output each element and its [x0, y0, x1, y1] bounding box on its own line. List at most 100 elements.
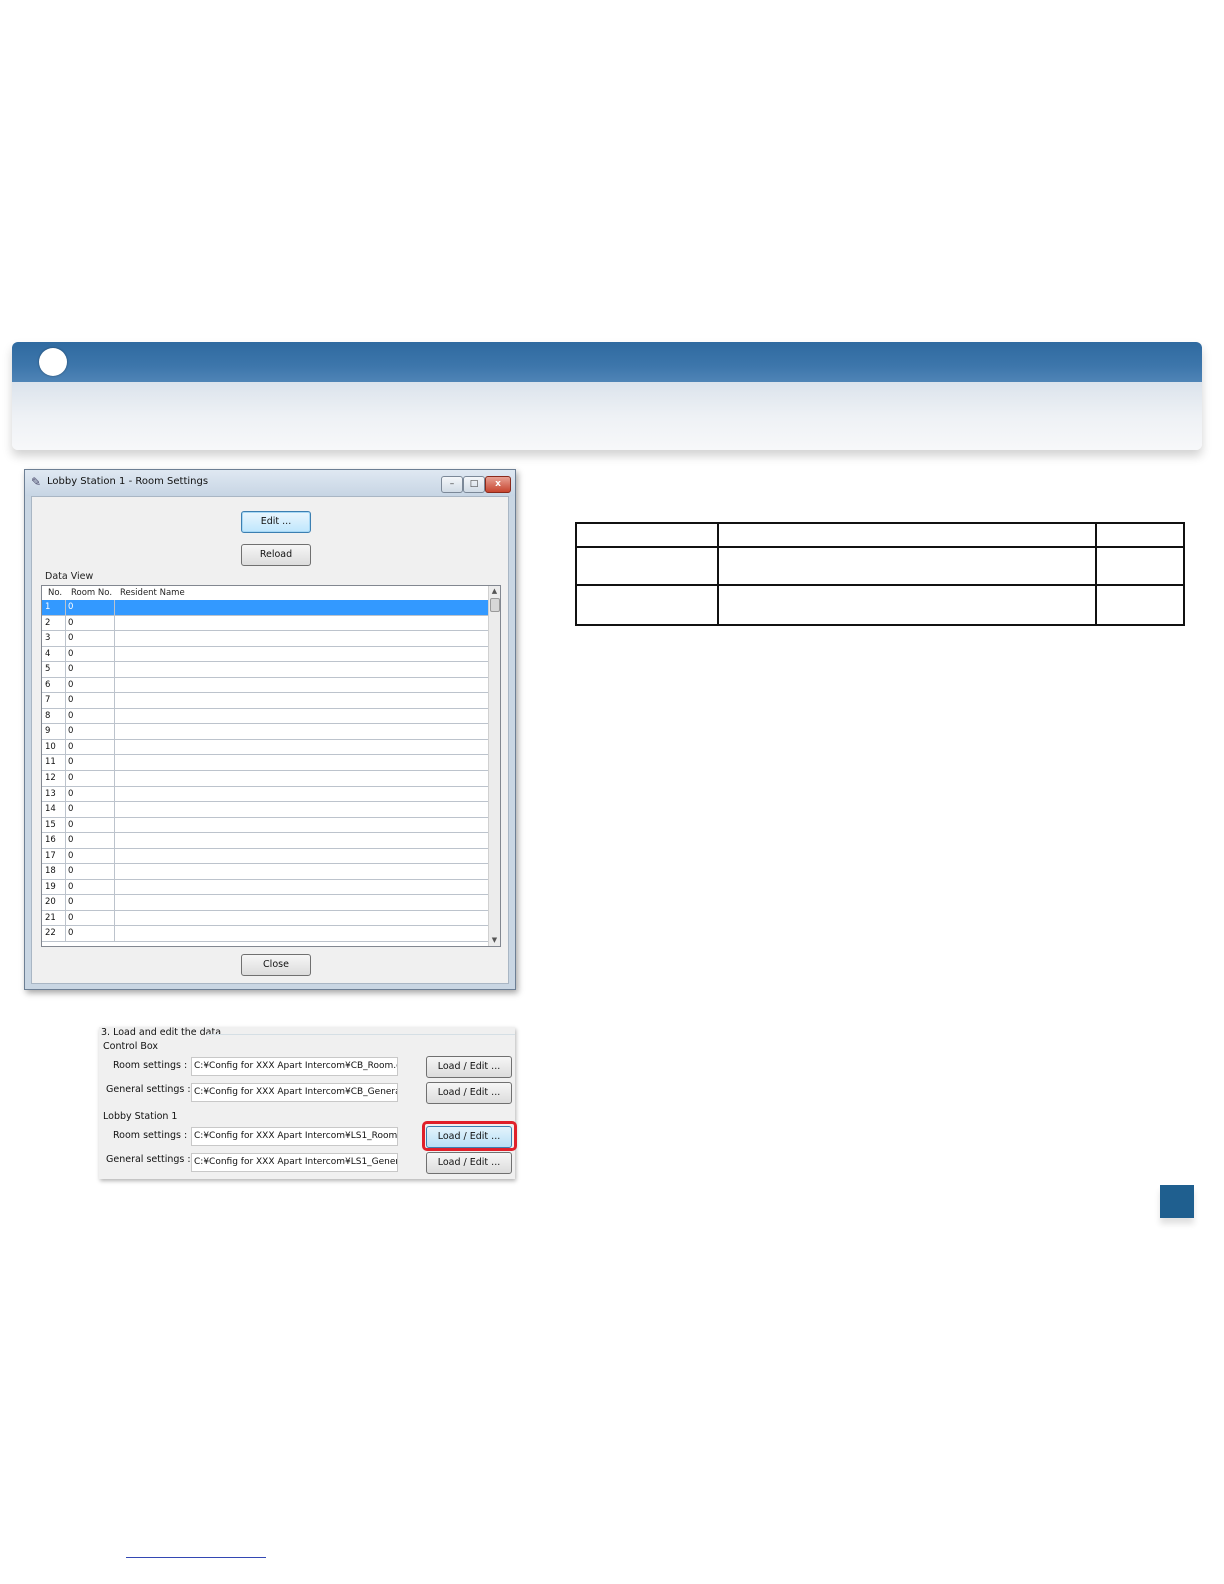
highlight-frame [422, 1121, 517, 1151]
table-row[interactable]: 70 [42, 693, 488, 709]
scroll-up-arrow-icon[interactable]: ▲ [489, 586, 500, 597]
room-number-cell: 0 [68, 617, 74, 628]
room-number-cell: 0 [68, 835, 74, 846]
column-separator [114, 833, 115, 848]
info-table-row [575, 546, 1185, 586]
cb-general-path-field[interactable]: C:¥Config for XXX Apart Intercom¥CB_Gene… [191, 1083, 398, 1102]
column-header-no[interactable]: No. [48, 588, 62, 598]
row-number: 2 [45, 617, 51, 628]
column-separator [65, 864, 66, 879]
maximize-button[interactable]: □ [463, 476, 485, 493]
control-box-label: Control Box [103, 1041, 159, 1052]
info-table-cell [1095, 522, 1185, 548]
reload-button[interactable]: Reload [241, 544, 311, 566]
row-number: 22 [45, 928, 56, 939]
room-settings-dialog: ✎ Lobby Station 1 - Room Settings – □ x … [24, 469, 516, 990]
table-row[interactable]: 18 0 [42, 864, 488, 880]
cb-room-path-field[interactable]: C:¥Config for XXX Apart Intercom¥CB_Room… [191, 1057, 398, 1076]
table-row[interactable]: 19 0 [42, 879, 488, 896]
column-separator [65, 817, 66, 833]
row-number: 14 [45, 804, 56, 815]
column-header-room-no[interactable]: Room No. [71, 588, 112, 598]
data-view-grid[interactable]: No. Room No. Resident Name 1020304050607… [41, 585, 501, 947]
cb-room-settings-label: Room settings : [113, 1060, 188, 1071]
data-view-caption: Data View [45, 571, 94, 582]
column-separator [65, 802, 66, 817]
table-row[interactable]: 22 0 [42, 926, 488, 943]
table-row[interactable]: 11 0 [42, 755, 488, 772]
column-separator [65, 615, 66, 631]
column-header-resident-name[interactable]: Resident Name [120, 588, 185, 598]
table-row[interactable]: 50 [42, 662, 488, 678]
table-row[interactable]: 10 [42, 600, 488, 616]
room-number-cell: 0 [68, 602, 74, 612]
table-row[interactable]: 10 0 [42, 739, 488, 756]
page-number-box [1160, 1185, 1194, 1218]
row-number: 17 [45, 850, 56, 861]
column-separator [114, 739, 115, 755]
room-number-cell: 0 [68, 819, 74, 830]
table-row[interactable]: 14 0 [42, 802, 488, 818]
column-separator [114, 755, 115, 771]
edit-button[interactable]: Edit ... [241, 511, 311, 533]
column-separator [114, 926, 115, 942]
column-separator [114, 662, 115, 677]
minimize-button[interactable]: – [441, 476, 463, 493]
footer-link-underline[interactable] [126, 1557, 266, 1558]
table-row[interactable]: 40 [42, 646, 488, 663]
info-table-cell [1095, 546, 1185, 586]
row-number: 9 [45, 726, 51, 737]
ls1-room-settings-label: Room settings : [113, 1130, 188, 1141]
vertical-scrollbar[interactable]: ▲ ▼ [488, 586, 500, 946]
room-number-cell: 0 [68, 726, 74, 737]
close-button[interactable]: Close [241, 954, 311, 976]
column-separator [65, 910, 66, 926]
ls1-general-path-field[interactable]: C:¥Config for XXX Apart Intercom¥LS1_Gen… [191, 1153, 398, 1172]
row-number: 13 [45, 788, 56, 799]
room-number-cell: 0 [68, 897, 74, 908]
table-row[interactable]: 15 0 [42, 817, 488, 834]
room-number-cell: 0 [68, 912, 74, 923]
table-row[interactable]: 17 0 [42, 848, 488, 865]
column-separator [65, 755, 66, 771]
dialog-client-area: Edit ... Reload Data View No. Room No. R… [31, 496, 509, 984]
column-separator [114, 786, 115, 802]
row-number: 11 [45, 757, 56, 768]
row-number: 21 [45, 912, 56, 923]
table-row[interactable]: 90 [42, 724, 488, 740]
dialog-titlebar[interactable]: ✎ Lobby Station 1 - Room Settings – □ x [25, 470, 515, 496]
scroll-down-arrow-icon[interactable]: ▼ [489, 935, 500, 946]
scroll-thumb[interactable] [490, 598, 500, 612]
cb-general-load-edit-button[interactable]: Load / Edit ... [426, 1082, 512, 1104]
column-separator [114, 848, 115, 864]
table-row[interactable]: 20 [42, 615, 488, 632]
column-separator [114, 615, 115, 631]
table-row[interactable]: 60 [42, 677, 488, 694]
row-number: 18 [45, 866, 56, 877]
table-row[interactable]: 16 0 [42, 833, 488, 849]
cb-general-settings-label: General settings : [106, 1084, 191, 1095]
column-separator [65, 771, 66, 786]
table-row[interactable]: 12 0 [42, 771, 488, 787]
cb-room-load-edit-button[interactable]: Load / Edit ... [426, 1056, 512, 1078]
table-row[interactable]: 21 0 [42, 910, 488, 927]
room-number-cell: 0 [68, 850, 74, 861]
section-divider [207, 1034, 515, 1035]
column-separator [114, 646, 115, 662]
column-separator [65, 926, 66, 942]
ls1-room-path-field[interactable]: C:¥Config for XXX Apart Intercom¥LS1_Roo… [191, 1127, 398, 1146]
table-row[interactable]: 30 [42, 631, 488, 647]
row-number: 5 [45, 664, 51, 675]
row-number: 7 [45, 695, 51, 706]
info-table-cell [1095, 584, 1185, 626]
row-number: 19 [45, 881, 56, 892]
table-row[interactable]: 80 [42, 708, 488, 725]
ls1-general-load-edit-button[interactable]: Load / Edit ... [426, 1152, 512, 1174]
table-row[interactable]: 13 0 [42, 786, 488, 803]
column-separator [114, 600, 115, 615]
table-row[interactable]: 20 0 [42, 895, 488, 911]
close-window-button[interactable]: x [485, 476, 511, 493]
row-number: 1 [45, 602, 51, 612]
column-separator [114, 817, 115, 833]
column-separator [65, 631, 66, 646]
